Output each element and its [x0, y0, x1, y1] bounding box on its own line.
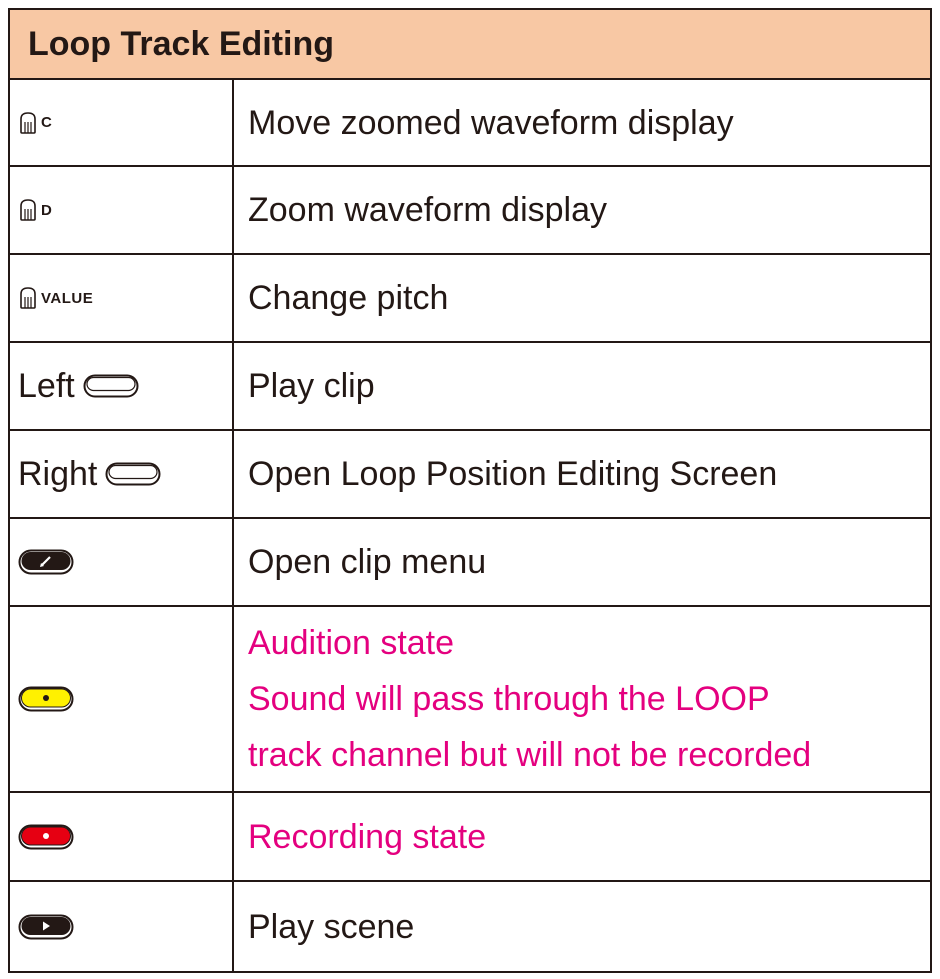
table-row: VALUE Change pitch	[10, 255, 930, 343]
action-text: Open clip menu	[248, 543, 487, 581]
action-cell: Audition state Sound will pass through t…	[234, 607, 930, 791]
action-cell: Play clip	[234, 343, 930, 429]
action-text: Audition state	[248, 624, 455, 662]
blank-button-icon	[105, 462, 161, 486]
table-row: Play scene	[10, 882, 930, 971]
knob-icon	[20, 111, 36, 134]
action-text: Move zoomed waveform display	[248, 103, 734, 142]
action-text: Change pitch	[248, 279, 449, 317]
action-text: track channel but will not be recorded	[248, 736, 812, 774]
action-cell: Zoom waveform display	[234, 167, 930, 253]
action-text: Play scene	[248, 907, 415, 946]
knob-d: D	[18, 198, 52, 222]
action-text: Play clip	[248, 367, 375, 405]
button-side-label: Left	[18, 366, 75, 405]
knob-icon	[20, 199, 36, 221]
knob-label: D	[41, 201, 53, 219]
loop-track-editing-table: Loop Track Editing C Move zoomed wavefor…	[8, 8, 932, 973]
table-row: D Zoom waveform display	[10, 167, 930, 255]
table-title: Loop Track Editing	[10, 10, 930, 80]
knob-label: C	[41, 114, 53, 131]
action-text: Zoom waveform display	[248, 191, 608, 229]
table-row: C Move zoomed waveform display	[10, 80, 930, 167]
blank-button-icon	[83, 374, 139, 398]
control-cell	[10, 793, 234, 880]
edit-button-icon	[18, 549, 74, 575]
action-cell: Open Loop Position Editing Screen	[234, 431, 930, 517]
action-cell: Play scene	[234, 882, 930, 971]
button-side-label: Right	[18, 454, 98, 493]
control-cell: Left	[10, 343, 234, 429]
action-cell: Move zoomed waveform display	[234, 80, 930, 165]
knob-value: VALUE	[18, 286, 93, 310]
action-text: Open Loop Position Editing Screen	[248, 455, 778, 493]
table-row: Audition state Sound will pass through t…	[10, 607, 930, 793]
red-record-button-icon	[18, 824, 74, 849]
table-row: Recording state	[10, 793, 930, 882]
table-row: Left Play clip	[10, 343, 930, 431]
control-cell	[10, 607, 234, 791]
knob-label: VALUE	[41, 289, 94, 307]
action-text: Sound will pass through the LOOP	[248, 680, 770, 718]
play-button-icon	[18, 914, 74, 939]
yellow-record-button-icon	[18, 686, 74, 712]
knob-c: C	[18, 111, 52, 135]
control-cell: Right	[10, 431, 234, 517]
control-cell: VALUE	[10, 255, 234, 341]
table-row: Right Open Loop Position Editing Screen	[10, 431, 930, 519]
control-cell: C	[10, 80, 234, 165]
control-cell: D	[10, 167, 234, 253]
control-cell	[10, 882, 234, 971]
table-row: Open clip menu	[10, 519, 930, 607]
action-cell: Open clip menu	[234, 519, 930, 605]
knob-icon	[20, 287, 36, 309]
action-cell: Recording state	[234, 793, 930, 880]
action-text: Recording state	[248, 817, 487, 856]
control-cell	[10, 519, 234, 605]
action-cell: Change pitch	[234, 255, 930, 341]
